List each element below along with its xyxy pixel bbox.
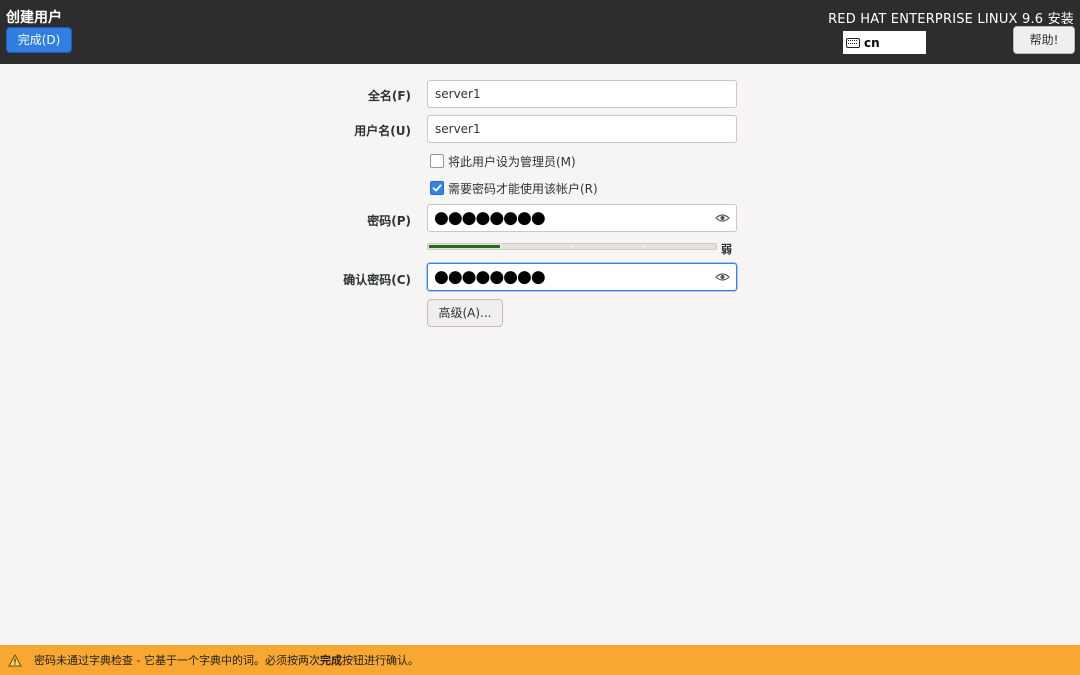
password-strength-label: 弱 bbox=[721, 243, 732, 256]
admin-checkbox[interactable] bbox=[430, 154, 444, 168]
strength-segment-divider bbox=[572, 245, 573, 248]
keyboard-layout-indicator[interactable]: cn bbox=[843, 31, 926, 54]
product-title: RED HAT ENTERPRISE LINUX 9.6 安装 bbox=[828, 12, 1074, 27]
username-label: 用户名(U) bbox=[354, 124, 411, 138]
warning-icon bbox=[8, 653, 22, 667]
eye-icon[interactable] bbox=[714, 271, 730, 283]
keyboard-icon bbox=[846, 37, 860, 48]
require-password-label: 需要密码才能使用该帐户(R) bbox=[448, 181, 598, 196]
admin-checkbox-label: 将此用户设为管理员(M) bbox=[448, 154, 576, 169]
done-button[interactable]: 完成(D) bbox=[6, 27, 72, 53]
password-mask: ●●●●●●●● bbox=[434, 207, 546, 228]
password-strength-bar bbox=[427, 243, 717, 250]
fullname-label: 全名(F) bbox=[367, 89, 411, 103]
confirm-password-input[interactable]: ●●●●●●●● bbox=[427, 263, 737, 291]
warning-text: 密码未通过字典检查 - 它基于一个字典中的词。必须按两次完成按钮进行确认。 bbox=[34, 654, 419, 667]
header-bar: 创建用户 完成(D) RED HAT ENTERPRISE LINUX 9.6 … bbox=[0, 0, 1080, 64]
require-password-checkbox-row[interactable]: 需要密码才能使用该帐户(R) bbox=[430, 180, 598, 196]
require-password-checkbox[interactable] bbox=[430, 181, 444, 195]
keyboard-layout-label: cn bbox=[864, 35, 880, 50]
fullname-input[interactable] bbox=[427, 80, 737, 108]
password-strength-fill bbox=[429, 245, 501, 248]
strength-segment-divider bbox=[500, 245, 501, 248]
check-icon bbox=[432, 184, 442, 192]
strength-segment-divider bbox=[644, 245, 645, 248]
admin-checkbox-row[interactable]: 将此用户设为管理员(M) bbox=[430, 153, 576, 169]
eye-icon[interactable] bbox=[714, 212, 730, 224]
confirm-password-mask: ●●●●●●●● bbox=[434, 266, 546, 287]
confirm-password-label: 确认密码(C) bbox=[343, 273, 411, 287]
warning-bar[interactable]: 密码未通过字典检查 - 它基于一个字典中的词。必须按两次完成按钮进行确认。 bbox=[0, 645, 1080, 675]
password-input[interactable]: ●●●●●●●● bbox=[427, 204, 737, 232]
username-input[interactable] bbox=[427, 115, 737, 143]
help-button[interactable]: 帮助! bbox=[1013, 26, 1075, 54]
page-title: 创建用户 bbox=[6, 10, 62, 26]
advanced-button[interactable]: 高级(A)... bbox=[427, 299, 503, 327]
password-label: 密码(P) bbox=[367, 214, 411, 228]
